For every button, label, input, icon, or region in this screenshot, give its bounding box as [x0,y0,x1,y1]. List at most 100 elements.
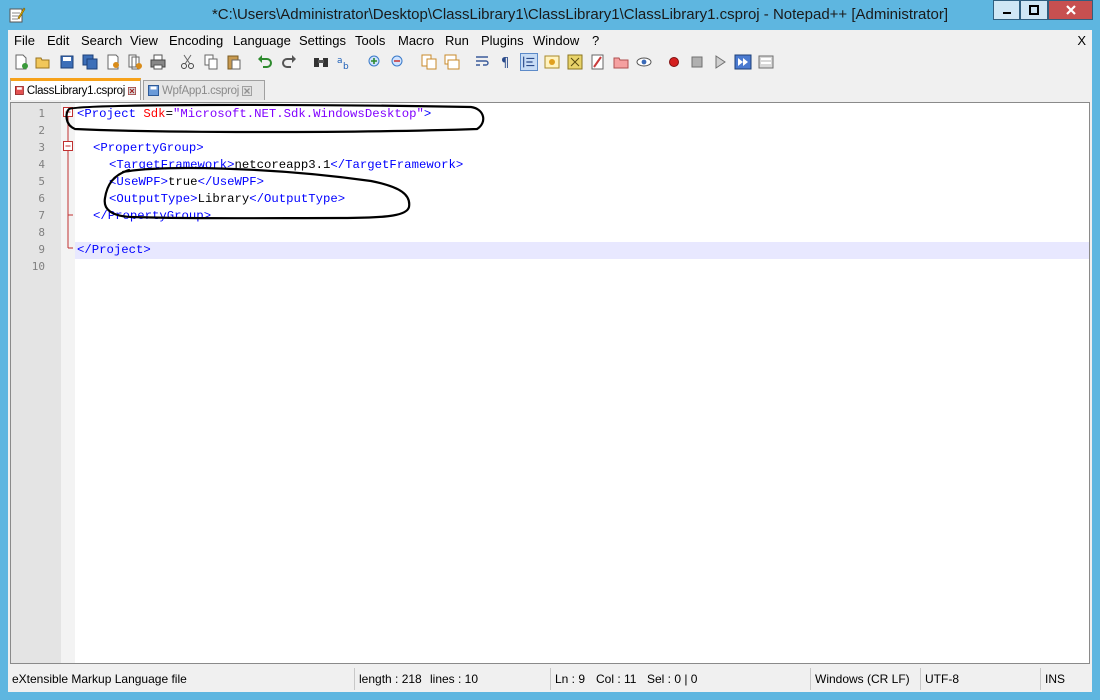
doc-map-icon[interactable] [566,53,584,71]
code-text: <UseWPF>true</UseWPF> [109,174,264,191]
maximize-button[interactable] [1020,0,1048,20]
close-tab-icon[interactable] [241,85,252,96]
menu-macro[interactable]: Macro [398,33,434,48]
fold-markers [63,107,73,249]
menu-search[interactable]: Search [81,33,122,48]
unsaved-file-icon [15,86,24,95]
record-macro-icon[interactable] [665,53,683,71]
code-line-5: <UseWPF>true</UseWPF> [75,174,1089,191]
stop-macro-icon[interactable] [688,53,706,71]
code-line-6: <OutputType>Library</OutputType> [75,191,1089,208]
tab-bar: ClassLibrary1.csproj WpfApp1.csproj [8,78,1092,100]
xml-tag: <UseWPF> [109,175,169,189]
indent-guide-icon[interactable] [520,53,538,71]
code-text: </PropertyGroup> [93,208,211,225]
code-text: </Project> [77,242,151,259]
menu-tools[interactable]: Tools [355,33,385,48]
paste-icon[interactable] [225,53,243,71]
menu-settings[interactable]: Settings [299,33,346,48]
line-number: 7 [38,209,45,222]
function-list-icon[interactable] [589,53,607,71]
xml-tag: </TargetFramework> [330,158,464,172]
replace-icon[interactable]: ab [335,53,353,71]
svg-text:b: b [343,62,349,71]
menu-window[interactable]: Window [533,33,579,48]
folder-workspace-icon[interactable] [612,53,630,71]
line-number: 4 [38,158,45,171]
menu-view[interactable]: View [130,33,158,48]
zoom-in-icon[interactable] [366,53,384,71]
save-macro-icon[interactable] [757,53,775,71]
minimize-icon [1002,12,1011,14]
line-number: 1 [38,107,45,120]
close-tab-icon[interactable] [128,86,136,96]
tab-wpfapp1[interactable]: WpfApp1.csproj [143,80,265,100]
xml-tag: <OutputType> [109,192,198,206]
status-file-type: eXtensible Markup Language file [12,672,187,686]
save-icon[interactable] [58,53,76,71]
line-number-margin: 1 2 3 4 5 6 7 8 9 10 [11,103,61,663]
status-insert-mode: INS [1040,668,1092,690]
status-bar: eXtensible Markup Language file length :… [8,668,1092,690]
minimize-button[interactable] [993,0,1020,20]
tab-label: WpfApp1.csproj [162,84,239,97]
code-text: <TargetFramework>netcoreapp3.1</TargetFr… [109,157,463,174]
show-all-chars-icon[interactable]: ¶ [497,53,515,71]
menu-encoding[interactable]: Encoding [169,33,223,48]
tab-classlibrary1[interactable]: ClassLibrary1.csproj [10,78,141,100]
xml-text: Library [197,192,250,206]
copy-icon[interactable] [202,53,220,71]
status-column: Col : 11 [596,672,637,686]
cut-icon[interactable] [179,53,197,71]
code-line-3: <PropertyGroup> [75,140,1089,157]
sync-horizontal-icon[interactable] [443,53,461,71]
print-icon[interactable] [149,53,167,71]
sync-vertical-icon[interactable] [420,53,438,71]
menu-run[interactable]: Run [445,33,469,48]
user-lang-icon[interactable] [543,53,561,71]
close-icon [1065,5,1076,15]
word-wrap-icon[interactable] [474,53,492,71]
undo-icon[interactable] [256,53,274,71]
new-file-icon[interactable] [12,53,30,71]
zoom-out-icon[interactable] [389,53,407,71]
code-area[interactable]: <Project Sdk="Microsoft.NET.Sdk.WindowsD… [75,103,1089,663]
window-title: *C:\Users\Administrator\Desktop\ClassLib… [211,6,949,23]
title-bar[interactable]: *C:\Users\Administrator\Desktop\ClassLib… [0,0,1100,32]
status-eol-format[interactable]: Windows (CR LF) [810,668,920,690]
xml-attr-value: "Microsoft.NET.Sdk.WindowsDesktop" [172,107,424,121]
close-window-button[interactable] [1048,0,1093,20]
svg-text:a: a [337,56,343,66]
xml-equals: = [165,107,173,121]
save-all-icon[interactable] [81,53,99,71]
code-text: <OutputType>Library</OutputType> [109,191,345,208]
saved-file-icon [148,85,159,96]
status-selection: Sel : 0 | 0 [647,672,698,686]
open-file-icon[interactable] [34,53,52,71]
menu-language[interactable]: Language [233,33,291,48]
run-macro-multiple-icon[interactable] [734,53,752,71]
menu-plugins[interactable]: Plugins [481,33,524,48]
line-number: 5 [38,175,45,188]
fold-margin [61,103,75,663]
play-macro-icon[interactable] [711,53,729,71]
app-frame: File Edit Search View Encoding Language … [8,30,1092,692]
xml-tag: <Project [77,107,144,121]
xml-attribute: Sdk [143,107,166,121]
code-line-4: <TargetFramework>netcoreapp3.1</TargetFr… [75,157,1089,174]
close-file-icon[interactable] [104,53,122,71]
menu-help[interactable]: ? [592,33,599,48]
status-encoding[interactable]: UTF-8 [920,668,1040,690]
menu-file[interactable]: File [14,33,35,48]
xml-tag: </Project> [77,243,151,257]
menu-edit[interactable]: Edit [47,33,69,48]
close-document-x[interactable]: X [1077,33,1086,48]
monitoring-icon[interactable] [635,53,653,71]
text-editor[interactable]: 1 2 3 4 5 6 7 8 9 10 <Project Sdk="Micro… [10,102,1090,664]
close-all-icon[interactable] [126,53,144,71]
xml-tag: </UseWPF> [197,175,264,189]
redo-icon[interactable] [280,53,298,71]
code-text: <Project Sdk="Microsoft.NET.Sdk.WindowsD… [77,106,431,123]
find-icon[interactable] [312,53,330,71]
tab-label: ClassLibrary1.csproj [26,84,125,97]
